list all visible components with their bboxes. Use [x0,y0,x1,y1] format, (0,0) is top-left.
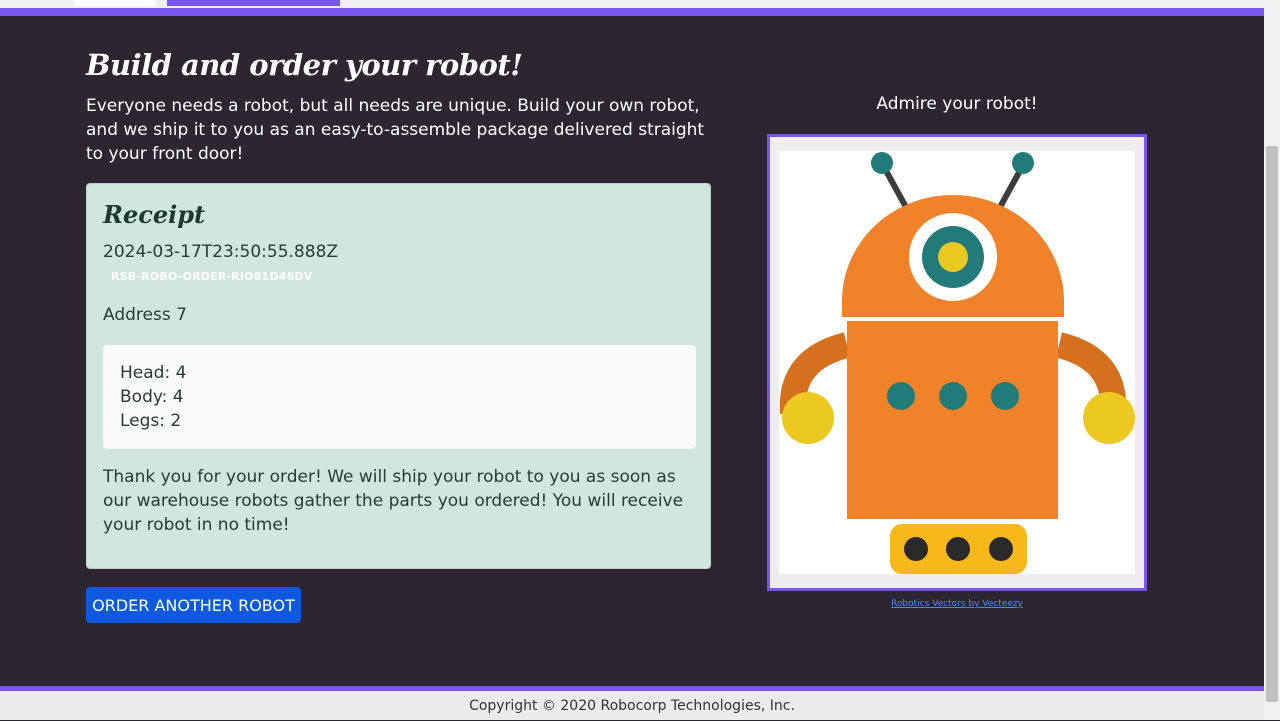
part-head: Head: 4 [120,363,187,383]
left-antenna-tip [871,152,893,174]
body-button-3 [991,382,1019,410]
parts-list: Head: 4 Body: 4 Legs: 2 [103,345,696,449]
base-wheel-3 [989,537,1013,561]
left-hand [782,392,834,444]
part-body: Body: 4 [120,387,184,407]
order-timestamp: 2024-03-17T23:50:55.888Z [103,242,339,262]
footer: Copyright © 2020 Robocorp Technologies, … [0,691,1264,720]
preview-heading: Admire your robot! [876,94,1038,114]
right-hand [1083,392,1135,444]
header-accent-line [0,8,1264,16]
robot-body [847,321,1058,519]
body-button-1 [887,382,915,410]
thank-you-message: Thank you for your order! We will ship y… [103,467,684,535]
page-title: Build and order your robot! [86,48,523,82]
order-another-robot-button[interactable]: ORDER ANOTHER ROBOT [86,587,301,623]
copyright-text: Copyright © 2020 Robocorp Technologies, … [469,698,795,714]
robot-preview [767,134,1147,591]
nav-tab-home[interactable] [74,0,156,6]
intro-text: Everyone needs a robot, but all needs ar… [86,96,705,164]
order-id: RSB-ROBO-ORDER-RIO81D46DV [111,270,313,283]
receipt-heading: Receipt [103,200,206,229]
robot-image [779,151,1135,574]
nav-tab-order-active[interactable] [167,0,340,6]
shipping-address: Address 7 [103,305,187,325]
image-credit-link[interactable]: Robotics Vectors by Vecteezy [767,599,1147,609]
scrollbar-thumb[interactable] [1266,146,1278,702]
right-antenna-tip [1012,152,1034,174]
base-wheel-2 [946,537,970,561]
receipt-panel: Receipt 2024-03-17T23:50:55.888Z RSB-ROB… [86,183,711,569]
base-wheel-1 [904,537,928,561]
page-scrollbar[interactable] [1264,0,1280,720]
eye-pupil [938,242,968,272]
top-nav [0,0,1264,8]
body-button-2 [939,382,967,410]
part-legs: Legs: 2 [120,411,182,431]
